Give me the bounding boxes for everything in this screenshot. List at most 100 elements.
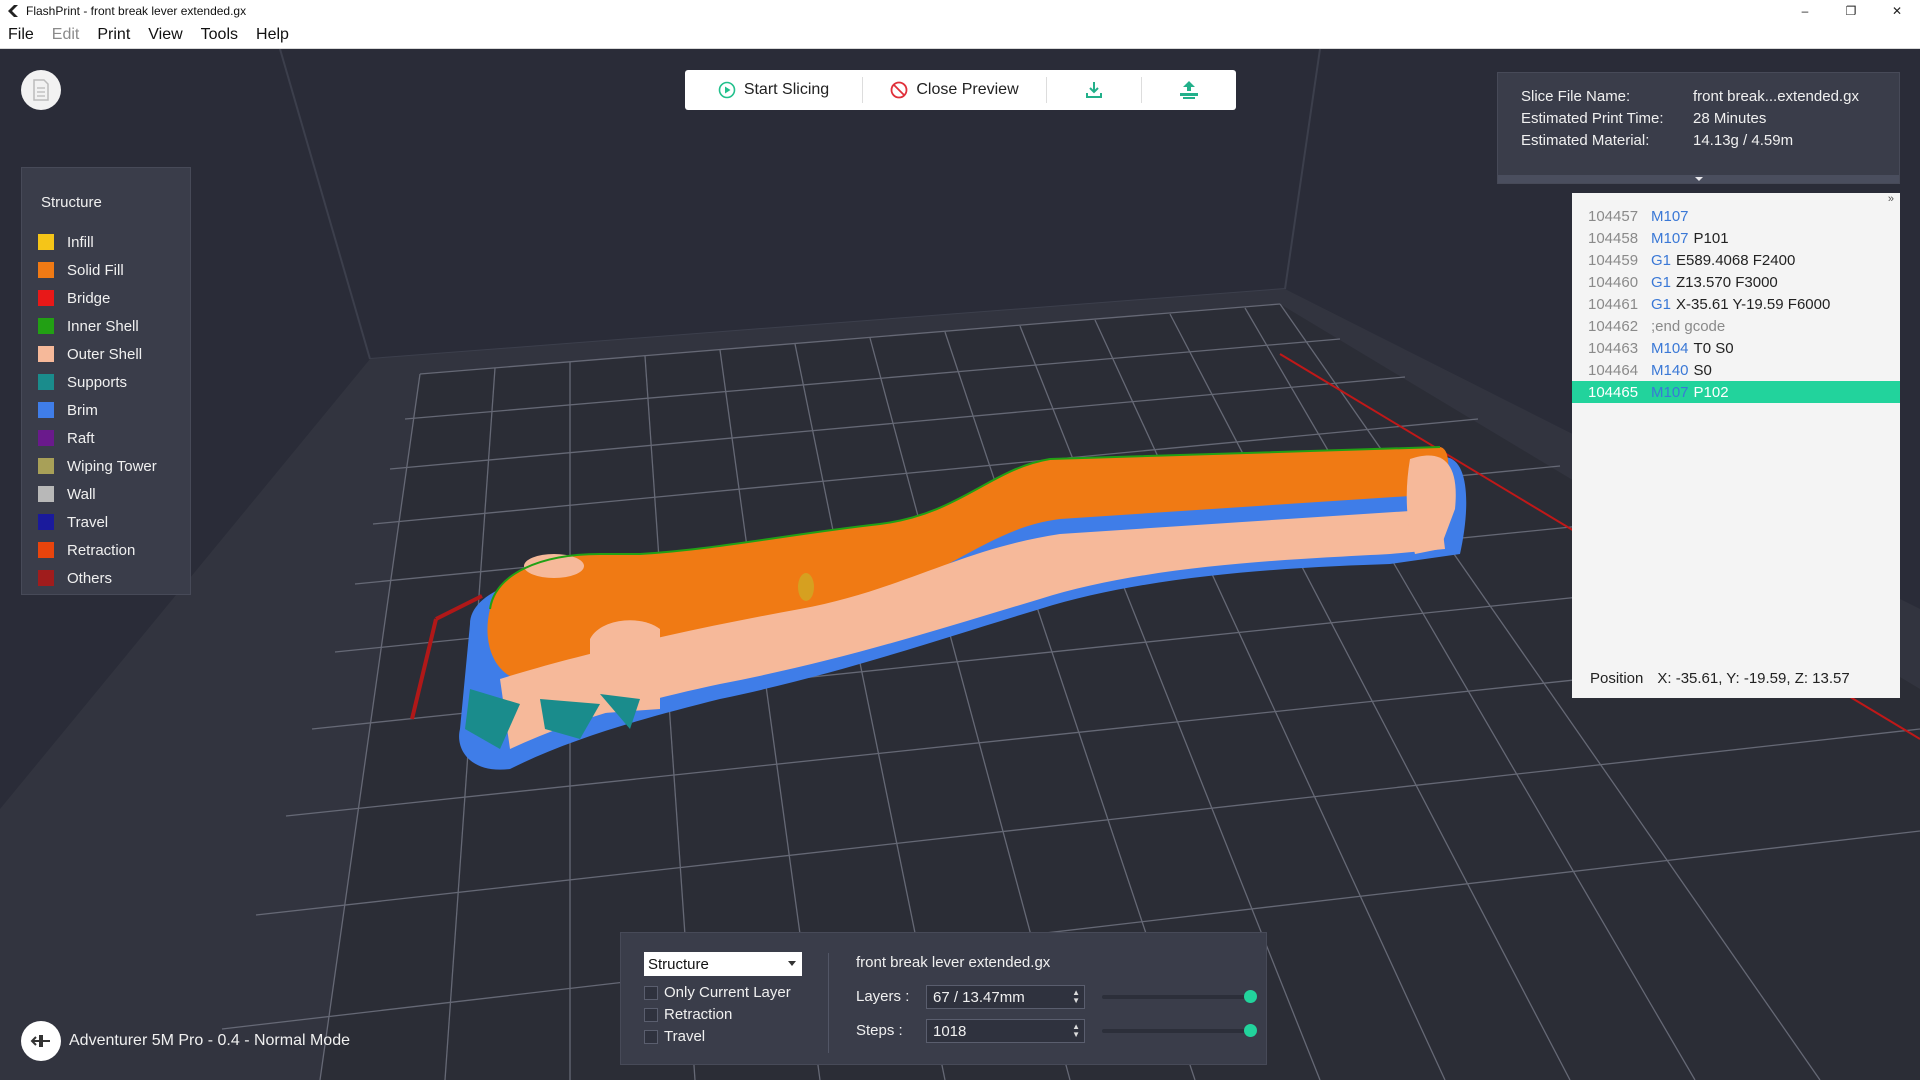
gcode-command: M107 — [1651, 207, 1689, 225]
legend-label: Infill — [67, 233, 94, 251]
gcode-command: M140 — [1651, 361, 1689, 379]
retraction-label: Retraction — [664, 1006, 733, 1023]
menu-edit[interactable]: Edit — [52, 26, 89, 44]
gcode-line[interactable]: 104459 G1 E589.4068 F2400 — [1572, 249, 1900, 271]
gcode-line-number: 104459 — [1588, 251, 1639, 269]
steps-value: 1018 — [933, 1022, 967, 1040]
retraction-checkbox[interactable]: Retraction — [644, 1006, 732, 1023]
legend-label: Brim — [67, 401, 98, 419]
printer-status-label: Adventurer 5M Pro - 0.4 - Normal Mode — [69, 1032, 350, 1049]
gcode-arguments: ;end gcode — [1651, 317, 1726, 335]
only-current-layer-checkbox[interactable]: Only Current Layer — [644, 984, 791, 1001]
legend-label: Bridge — [67, 289, 111, 307]
checkbox-box[interactable] — [644, 1007, 658, 1022]
slider-handle[interactable] — [1244, 1024, 1257, 1037]
gcode-line[interactable]: 104464 M140 S0 — [1572, 359, 1900, 381]
slice-info-panel: Slice File Name: front break...extended.g… — [1497, 72, 1900, 184]
legend-item-wall: Wall — [22, 480, 190, 508]
send-to-printer-icon — [1180, 81, 1198, 99]
preview-file-name: front break lever extended.gx — [856, 954, 1051, 971]
layers-value: 67 / 13.47mm — [933, 988, 1025, 1006]
start-slicing-button[interactable]: Start Slicing — [685, 70, 862, 110]
gcode-line[interactable]: 104465 M107 P102 — [1572, 381, 1900, 403]
legend-label: Solid Fill — [67, 261, 124, 279]
printer-link-icon — [30, 1035, 50, 1047]
gcode-arguments: S0 — [1693, 361, 1712, 379]
menu-view[interactable]: View — [148, 26, 191, 44]
restore-button[interactable]: ❐ — [1828, 0, 1874, 22]
steps-label: Steps : — [856, 1022, 903, 1039]
gcode-line-number: 104461 — [1588, 295, 1639, 313]
dropdown-caret-icon — [788, 961, 796, 966]
close-preview-label: Close Preview — [916, 81, 1019, 98]
flashprint-logo-icon — [8, 5, 18, 17]
gcode-arguments: X-35.61 Y-19.59 F6000 — [1676, 295, 1831, 313]
slider-handle[interactable] — [1244, 990, 1257, 1003]
legend-item-supports: Supports — [22, 368, 190, 396]
export-button[interactable] — [1047, 70, 1141, 110]
color-swatch — [38, 486, 54, 502]
preview-toolbar: Start Slicing Close Preview — [685, 70, 1236, 110]
color-swatch — [38, 290, 54, 306]
file-menu-button[interactable] — [21, 70, 61, 110]
panel-divider — [828, 953, 829, 1053]
gcode-line[interactable]: 104461 G1 X-35.61 Y-19.59 F6000 — [1572, 293, 1900, 315]
gcode-command: G1 — [1651, 295, 1672, 313]
legend-label: Raft — [67, 429, 95, 447]
color-swatch — [38, 514, 54, 530]
slice-info-expander[interactable] — [1498, 175, 1899, 183]
checkbox-box[interactable] — [644, 1029, 658, 1044]
minimize-button[interactable]: – — [1782, 0, 1828, 22]
close-preview-button[interactable]: Close Preview — [863, 70, 1046, 110]
layers-spinbox[interactable]: 67 / 13.47mm ▲ ▼ — [926, 985, 1085, 1009]
gcode-command: G1 — [1651, 251, 1672, 269]
color-swatch — [38, 430, 54, 446]
legend-label: Supports — [67, 373, 128, 391]
gcode-line[interactable]: 104460 G1 Z13.570 F3000 — [1572, 271, 1900, 293]
gcode-command: M107 — [1651, 229, 1689, 247]
gcode-arguments: P101 — [1693, 229, 1729, 247]
prohibited-icon — [890, 81, 908, 99]
legend-title: Structure — [41, 194, 102, 211]
menu-print[interactable]: Print — [97, 26, 139, 44]
gcode-line-number: 104465 — [1588, 383, 1639, 401]
position-value: X: -35.61, Y: -19.59, Z: 13.57 — [1657, 669, 1850, 687]
send-to-printer-button[interactable] — [1142, 70, 1236, 110]
gcode-line[interactable]: 104458 M107 P101 — [1572, 227, 1900, 249]
color-swatch — [38, 402, 54, 418]
color-swatch — [38, 570, 54, 586]
layer-preview-panel: Structure Only Current Layer Retraction … — [620, 932, 1267, 1065]
menu-tools[interactable]: Tools — [201, 26, 247, 44]
title-bar: FlashPrint - front break lever extended.… — [0, 0, 1920, 22]
slice-file-name-value: front break...extended.gx — [1693, 88, 1859, 105]
steps-spinbox[interactable]: 1018 ▲ ▼ — [926, 1019, 1085, 1043]
layers-slider[interactable] — [1102, 990, 1257, 1003]
legend-item-outer-shell: Outer Shell — [22, 340, 190, 368]
3d-viewport[interactable]: Start Slicing Close Preview Structure In… — [0, 49, 1920, 1080]
gcode-line[interactable]: 104463 M104 T0 S0 — [1572, 337, 1900, 359]
printer-connect-button[interactable] — [21, 1021, 61, 1061]
spin-arrows-icon[interactable]: ▲ ▼ — [1072, 1023, 1080, 1039]
menu-help[interactable]: Help — [256, 26, 298, 44]
view-mode-select[interactable]: Structure — [644, 952, 802, 976]
gcode-line[interactable]: 104457 M107 — [1572, 205, 1900, 227]
menu-file[interactable]: File — [8, 26, 43, 44]
position-readout: Position X: -35.61, Y: -19.59, Z: 13.57 — [1590, 658, 1890, 698]
color-swatch — [38, 374, 54, 390]
legend-label: Wiping Tower — [67, 457, 157, 475]
checkbox-box[interactable] — [644, 985, 658, 1000]
print-time-label: Estimated Print Time: — [1521, 110, 1664, 127]
print-time-row: Estimated Print Time: 28 Minutes — [1521, 110, 1766, 127]
spin-arrows-icon[interactable]: ▲ ▼ — [1072, 989, 1080, 1005]
travel-checkbox[interactable]: Travel — [644, 1028, 705, 1045]
legend-item-others: Others — [22, 564, 190, 592]
legend-item-retraction: Retraction — [22, 536, 190, 564]
legend-item-brim: Brim — [22, 396, 190, 424]
print-time-value: 28 Minutes — [1693, 110, 1767, 127]
gcode-arguments: T0 S0 — [1693, 339, 1734, 357]
download-icon — [1086, 82, 1102, 98]
steps-slider[interactable] — [1102, 1024, 1257, 1037]
gcode-line[interactable]: 104462 ;end gcode — [1572, 315, 1900, 337]
close-window-button[interactable]: ✕ — [1874, 0, 1920, 22]
collapse-panel-icon[interactable]: » — [1888, 193, 1894, 205]
